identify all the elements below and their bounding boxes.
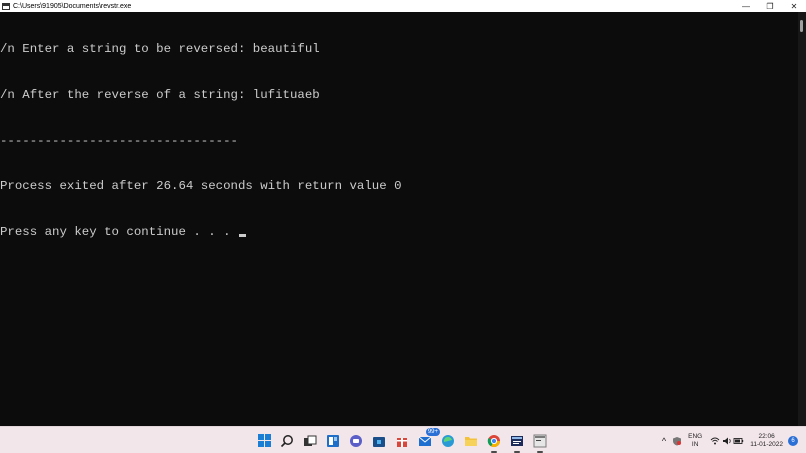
console-app-icon: [533, 434, 547, 447]
input-language-button[interactable]: ENG IN: [688, 433, 702, 449]
devcpp-button[interactable]: [508, 432, 526, 453]
window-title: C:\Users\91905\Documents\revstr.exe: [13, 2, 132, 10]
chat-button[interactable]: [347, 432, 365, 450]
language-code: ENG: [688, 432, 703, 440]
console-line-separator: --------------------------------: [0, 133, 238, 148]
edge-icon: [442, 434, 454, 447]
start-button[interactable]: [255, 432, 273, 450]
folder-icon: [465, 436, 477, 446]
notification-count-badge[interactable]: 6: [788, 435, 798, 446]
console-output[interactable]: /n Enter a string to be reversed: beauti…: [0, 12, 798, 426]
language-region: IN: [691, 440, 699, 448]
edge-button[interactable]: [439, 432, 457, 450]
clock-date: 11-01-2022: [750, 440, 783, 448]
task-view-icon: [304, 435, 317, 446]
chrome-button[interactable]: [485, 432, 503, 453]
gift-app-button[interactable]: [393, 432, 411, 450]
chevron-up-icon: ^: [661, 435, 667, 446]
text-cursor: [238, 233, 246, 237]
task-view-button[interactable]: [301, 432, 319, 450]
console-line-result: /n After the reverse of a string: lufitu…: [0, 88, 320, 102]
taskbar-pinned-apps: 99+: [255, 427, 554, 453]
console-window-icon: [2, 2, 10, 10]
console-line-exit-status: Process exited after 26.64 seconds with …: [0, 179, 402, 194]
vertical-scrollbar[interactable]: [798, 12, 806, 426]
file-explorer-button[interactable]: [462, 432, 480, 450]
widgets-icon: [327, 434, 339, 447]
show-hidden-icons-button[interactable]: ^: [662, 436, 666, 446]
system-tray: ^ ENG IN 22:06 11-01-2022 6: [662, 427, 806, 453]
close-button[interactable]: ✕: [782, 0, 806, 12]
widgets-button[interactable]: [324, 432, 342, 450]
search-button[interactable]: [278, 432, 296, 450]
console-line-input-prompt: /n Enter a string to be reversed: beauti…: [0, 42, 320, 57]
store-button[interactable]: [370, 432, 388, 450]
console-line-continue-prompt: Press any key to continue . . .: [0, 225, 798, 240]
windows-logo-icon: [257, 434, 271, 447]
restore-button[interactable]: ❐: [758, 0, 782, 12]
gift-icon: [397, 437, 407, 447]
store-icon: [373, 436, 385, 447]
title-bar[interactable]: C:\Users\91905\Documents\revstr.exe — ❐ …: [0, 0, 806, 12]
shield-icon: [673, 436, 682, 445]
security-tray-button[interactable]: [672, 436, 682, 446]
chrome-icon: [487, 434, 500, 447]
scrollbar-thumb[interactable]: [800, 20, 803, 32]
console-app-button[interactable]: [531, 432, 549, 453]
mail-icon: [418, 436, 432, 446]
network-volume-battery-button[interactable]: [710, 436, 744, 446]
search-icon: [280, 434, 293, 447]
mail-button[interactable]: 99+: [416, 427, 440, 450]
network-volume-battery-icons: [710, 437, 744, 444]
window-controls: — ❐ ✕: [734, 0, 806, 12]
clock-time: 22:06: [758, 432, 775, 440]
mail-unread-badge: 99+: [425, 427, 440, 436]
taskbar: 99+ ^ ENG IN 22:06 11-01-2022 6: [0, 426, 806, 453]
clock-button[interactable]: 22:06 11-01-2022: [750, 433, 783, 449]
continue-prompt-text: Press any key to continue . . .: [0, 224, 238, 239]
minimize-button[interactable]: —: [734, 0, 758, 12]
chat-icon: [350, 434, 362, 447]
ide-icon: [511, 435, 523, 446]
